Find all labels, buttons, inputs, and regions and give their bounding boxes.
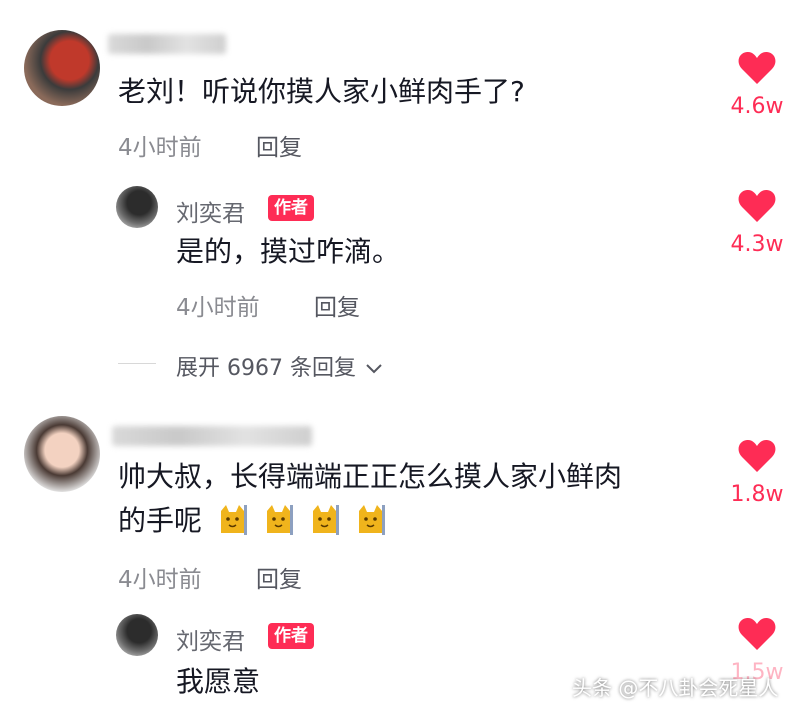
expand-label: 展开 6967 条回复: [176, 356, 356, 381]
author-badge: 作者: [268, 623, 314, 649]
reply-button[interactable]: 回复: [256, 560, 302, 594]
username-blurred[interactable]: [108, 34, 226, 54]
reply-button[interactable]: 回复: [314, 288, 360, 322]
heart-icon[interactable]: [737, 188, 777, 224]
divider: [118, 363, 156, 364]
avatar[interactable]: [24, 416, 100, 492]
like-count: 4.3w: [730, 232, 784, 257]
cat-emoji-icon: [313, 505, 339, 535]
like-count: 4.6w: [730, 94, 784, 119]
cat-emoji-icon: [359, 505, 385, 535]
comment-text: 老刘！听说你摸人家小鲜肉手了?: [118, 75, 525, 108]
comment-time: 4小时前: [118, 135, 202, 161]
expand-replies[interactable]: 展开 6967 条回复: [176, 350, 383, 382]
reply-text: 我愿意: [176, 665, 261, 698]
reply-author[interactable]: 刘奕君: [176, 622, 245, 656]
watermark: 头条 @不八卦会死星人: [572, 676, 779, 700]
heart-icon[interactable]: [737, 616, 777, 652]
emoji-row: [218, 503, 386, 537]
comment-time: 4小时前: [118, 567, 202, 593]
heart-icon[interactable]: [737, 50, 777, 86]
chevron-down-icon: [366, 364, 382, 374]
avatar[interactable]: [24, 30, 100, 106]
reply-author[interactable]: 刘奕君: [176, 194, 245, 228]
heart-icon[interactable]: [737, 438, 777, 474]
reply-button[interactable]: 回复: [256, 128, 302, 162]
username-blurred[interactable]: [112, 426, 312, 446]
cat-emoji-icon: [221, 505, 247, 535]
avatar[interactable]: [116, 614, 158, 656]
author-badge: 作者: [268, 195, 314, 221]
reply-text: 是的，摸过咋滴。: [176, 235, 401, 268]
comment-text-line1: 帅大叔，长得端端正正怎么摸人家小鲜肉: [118, 460, 623, 493]
comment-text-line2: 的手呢: [118, 504, 203, 537]
like-count: 1.8w: [730, 482, 784, 507]
cat-emoji-icon: [267, 505, 293, 535]
avatar[interactable]: [116, 186, 158, 228]
reply-time: 4小时前: [176, 295, 260, 321]
